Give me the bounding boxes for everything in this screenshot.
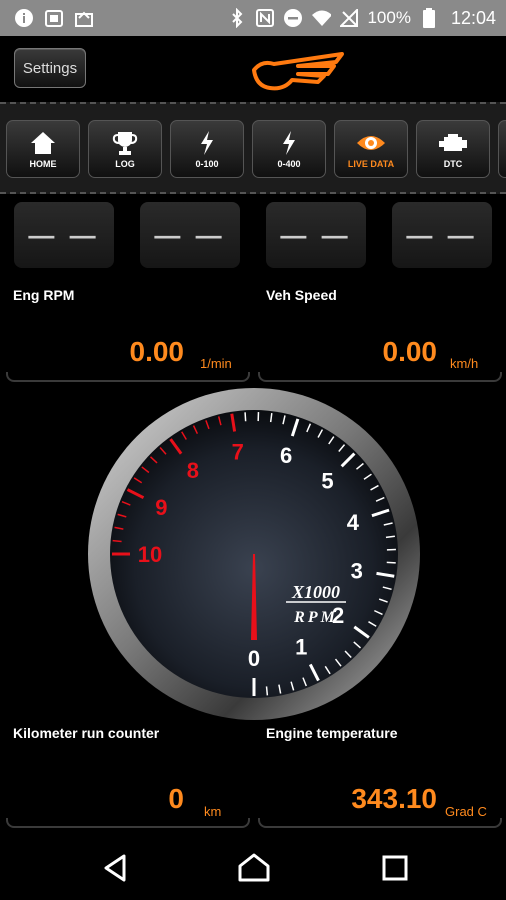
signal-icon: [339, 8, 359, 28]
rpm-gauge: 0 12345678910 X1000 RPM: [88, 388, 420, 720]
gauge-tick-label: 7: [232, 439, 244, 464]
divider: [258, 818, 502, 828]
nfc-icon: [255, 8, 275, 28]
tab-label: 0-100: [195, 159, 219, 169]
status-bar: 100% 12:04: [0, 0, 506, 36]
inbox-icon: [74, 8, 94, 28]
value-box[interactable]: — —: [14, 202, 114, 268]
eng-rpm-unit: 1/min: [200, 356, 232, 371]
gauge-unit-line1: X1000: [291, 582, 340, 602]
app-header: Settings: [0, 36, 506, 100]
home-icon[interactable]: [236, 850, 272, 886]
km-counter-label: Kilometer run counter: [13, 725, 160, 741]
system-nav-bar: [0, 836, 506, 900]
settings-button[interactable]: Settings: [14, 48, 86, 88]
gauge-tick-label: 1: [295, 635, 307, 660]
km-counter-unit: km: [204, 804, 222, 819]
divider: [258, 372, 502, 382]
home-icon: [28, 129, 58, 157]
engine-temp-label: Engine temperature: [266, 725, 398, 741]
divider: [6, 372, 250, 382]
tab-partial[interactable]: [498, 120, 506, 178]
eng-rpm-label: Eng RPM: [13, 287, 75, 303]
tab-strip: HOME LOG 0-100 0-400 LIVE DATA DTC: [0, 102, 506, 194]
gauge-tick-label: 10: [138, 542, 162, 567]
engine-icon: [438, 129, 468, 157]
tab-label: LOG: [115, 159, 135, 169]
value-box[interactable]: — —: [266, 202, 366, 268]
info-icon: [14, 8, 34, 28]
gauge-tick-label: 5: [321, 468, 333, 493]
engine-temp-unit: Grad C: [445, 804, 487, 819]
gauge-tick-label: 6: [280, 443, 292, 468]
veh-speed-unit: km/h: [450, 356, 479, 371]
wing-logo: [252, 52, 344, 91]
km-counter-value: 0: [168, 783, 184, 814]
do-not-disturb-icon: [283, 8, 303, 28]
gauge-minor-tick: [386, 561, 396, 564]
tab-home[interactable]: HOME: [6, 120, 80, 178]
gauge-unit-line2: RPM: [293, 609, 338, 626]
veh-speed-label: Veh Speed: [266, 287, 337, 303]
value-box[interactable]: — —: [392, 202, 492, 268]
gauge-tick-label: 0: [248, 646, 260, 671]
tab-0-100[interactable]: 0-100: [170, 120, 244, 178]
tab-label: 0-400: [277, 159, 301, 169]
gauge-tick-label: 9: [155, 495, 167, 520]
tab-0-400[interactable]: 0-400: [252, 120, 326, 178]
battery-icon: [419, 8, 439, 28]
gauge-minor-tick: [265, 686, 269, 696]
back-icon[interactable]: [98, 850, 134, 886]
engine-temp-value: 343.10: [351, 783, 437, 814]
gauge-tick-label: 8: [187, 458, 199, 483]
gauge-minor-tick: [112, 539, 122, 543]
tab-log[interactable]: LOG: [88, 120, 162, 178]
tab-label: DTC: [443, 159, 463, 169]
gauge-tick-label: 4: [347, 510, 360, 535]
tab-dtc[interactable]: DTC: [416, 120, 490, 178]
calendar-icon: [44, 8, 64, 28]
bluetooth-icon: [227, 8, 247, 28]
trophy-icon: [110, 129, 140, 157]
clock: 12:04: [450, 7, 496, 28]
tab-label: LIVE DATA: [347, 159, 395, 169]
veh-speed-value: 0.00: [382, 336, 438, 367]
lightning-icon: [274, 129, 304, 157]
recents-icon[interactable]: [377, 850, 413, 886]
divider: [6, 818, 250, 828]
gauge-minor-tick: [244, 412, 247, 422]
value-box[interactable]: — —: [140, 202, 240, 268]
wifi-icon: [311, 8, 332, 28]
tab-live-data[interactable]: LIVE DATA: [334, 120, 408, 178]
battery-percent: 100%: [367, 8, 411, 27]
eye-icon: [356, 129, 386, 157]
tab-label: HOME: [29, 159, 57, 169]
lightning-icon: [192, 129, 222, 157]
eng-rpm-value: 0.00: [129, 336, 185, 367]
gauge-tick-label: 3: [351, 558, 363, 583]
